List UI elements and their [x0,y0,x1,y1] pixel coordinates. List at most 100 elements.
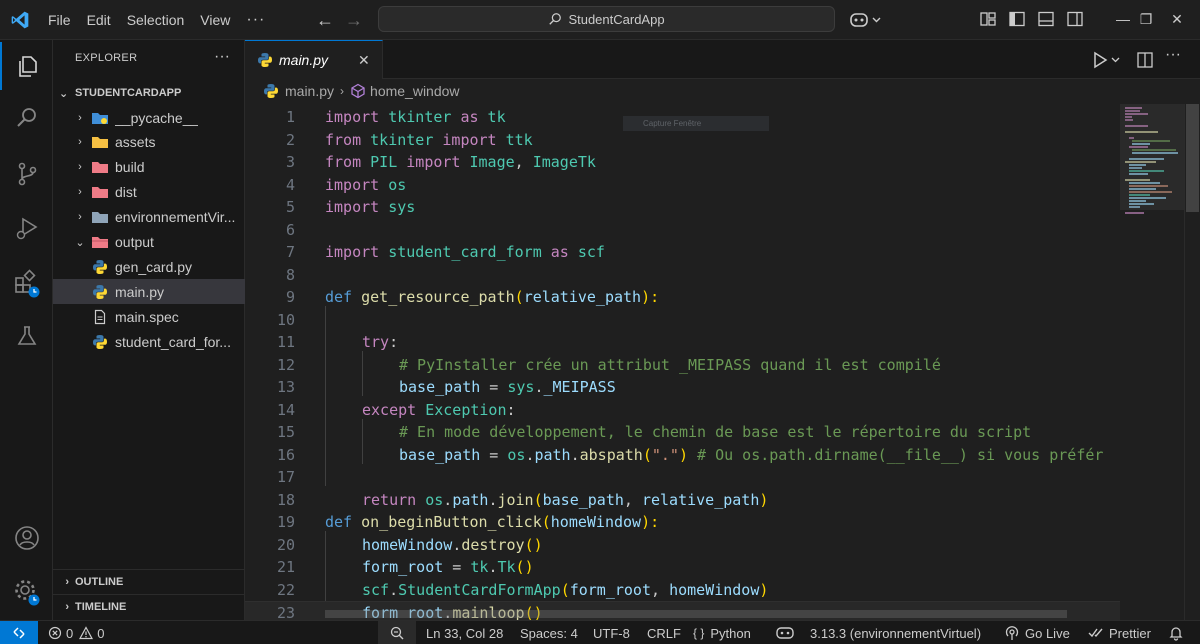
code-token: = [480,378,508,396]
settings-icon[interactable] [0,568,53,616]
indentation[interactable]: Spaces: 4 [520,621,578,644]
explorer-item-label: main.py [115,283,165,300]
explorer-item[interactable]: gen_card.py [53,254,245,279]
code-line[interactable]: 13 base_path = sys._MEIPASS [245,376,1120,399]
code-line[interactable]: 12 # PyInstaller crée un attribut _MEIPAS… [245,354,1120,377]
chevron-right-icon: › [78,111,82,124]
toggle-secondary-sidebar-icon[interactable] [1066,10,1084,28]
source-control-icon[interactable] [0,150,53,198]
command-center-search[interactable]: StudentCardApp [378,6,835,32]
code-line[interactable]: 8 [245,264,1120,287]
menu-edit[interactable]: Edit [79,0,119,40]
code-token: return [362,490,417,509]
code-token: , [623,490,642,509]
workspace-root-folder[interactable]: ⌄ STUDENTCARDAPP [59,82,245,104]
explorer-item[interactable]: › build [53,155,245,180]
cursor-position[interactable]: Ln 33, Col 28 [426,621,503,644]
explorer-item[interactable]: main.py [53,279,245,305]
line-source: import tkinter as tk [325,106,506,129]
menu-selection[interactable]: Selection [119,0,193,40]
code-line[interactable]: 14 except Exception: [245,399,1120,422]
activity-bar [0,40,53,620]
go-live-button[interactable]: Go Live [1004,621,1070,644]
explorer-item[interactable]: › assets [53,130,245,155]
code-line[interactable]: 20 homeWindow.destroy() [245,534,1120,557]
code-line[interactable]: 3 from PIL import Image, ImageTk [245,151,1120,174]
explorer-item[interactable]: › __pycache__ [53,105,245,130]
sidebar-more-button[interactable]: ··· [214,48,230,66]
breadcrumb-symbol[interactable]: home_window [370,83,460,99]
extensions-icon[interactable] [0,260,53,308]
run-debug-icon[interactable] [0,204,53,252]
vertical-scrollbar[interactable] [1184,104,1199,620]
explorer-item[interactable]: main.spec [53,304,245,329]
code-editor[interactable]: 1 import tkinter as tk 2 from tkinter impor… [245,104,1120,620]
code-line[interactable]: 2 from tkinter import ttk [245,129,1120,152]
code-token: import [325,198,380,216]
notifications-button[interactable] [1168,621,1184,644]
symbol-method-icon [351,83,365,99]
breadcrumb-file[interactable]: main.py [285,83,334,99]
end-of-line[interactable]: CRLF [647,621,681,644]
timeline-section[interactable]: › TIMELINE [53,594,245,619]
back-arrow-icon[interactable]: ← [314,9,336,31]
customize-layout-icon[interactable] [979,10,997,28]
code-line[interactable]: 22 scf.StudentCardFormApp(form_root, home… [245,579,1120,602]
prettier-status[interactable]: Prettier [1088,621,1151,644]
problems-indicator[interactable]: 0 0 [48,621,104,644]
toggle-primary-sidebar-icon[interactable] [1008,10,1026,28]
code-line[interactable]: 16 base_path = os.path.abspath(".") # Ou … [245,444,1120,467]
forward-arrow-icon[interactable]: → [343,9,365,31]
code-line[interactable]: 5 import sys [245,196,1120,219]
code-line[interactable]: 19 def on_beginButton_click(homeWindow): [245,511,1120,534]
encoding[interactable]: UTF-8 [593,621,630,644]
account-icon[interactable] [0,514,53,562]
python-interpreter[interactable]: 3.13.3 (environnementVirtuel) [810,621,981,644]
remote-window-button[interactable] [0,621,38,644]
explorer-item[interactable]: › environnementVir... [53,205,245,230]
copilot-status[interactable] [776,621,794,644]
close-tab-icon[interactable]: ✕ [358,52,370,69]
code-token: ( [541,513,551,531]
copilot-icon[interactable] [848,9,884,31]
close-window-icon[interactable]: ✕ [1154,0,1200,40]
code-token: import [325,175,380,194]
code-line[interactable]: 15 # En mode développement, le chemin de … [245,421,1120,444]
tab-label: main.py [279,52,329,68]
explorer-item[interactable]: student_card_for... [53,329,245,354]
menu-more-button[interactable]: ··· [238,0,273,40]
code-line[interactable]: 17 [245,466,1120,489]
vertical-scrollbar-thumb[interactable] [1186,104,1199,212]
testing-icon[interactable] [0,312,53,360]
minimap-slider[interactable] [1120,104,1184,210]
explorer-item[interactable]: › dist [53,180,245,205]
explorer-item[interactable]: ⌄ output [53,230,245,255]
line-source: try: [362,331,398,354]
toggle-panel-icon[interactable] [1037,10,1055,28]
tab-main-py[interactable]: main.py ✕ [245,40,383,79]
code-token: scf [362,580,390,599]
code-line[interactable]: 9 def get_resource_path(relative_path): [245,286,1120,309]
language-label: Python [710,625,751,641]
run-python-file-icon[interactable] [1090,50,1126,70]
explorer-icon[interactable] [0,42,53,90]
horizontal-scrollbar-thumb[interactable] [325,610,1067,618]
warning-icon [79,626,94,640]
search-icon[interactable] [0,94,53,142]
menu-file[interactable]: File [40,0,79,40]
code-line[interactable]: 4 import os [245,174,1120,197]
code-line[interactable]: 18 return os.path.join(base_path, relativ… [245,489,1120,512]
zoom-button[interactable] [378,621,416,644]
language-mode[interactable]: { } Python [693,621,751,644]
outline-section[interactable]: › OUTLINE [53,569,245,594]
code-line[interactable]: 11 try: [245,331,1120,354]
code-line[interactable]: 6 [245,219,1120,242]
code-line[interactable]: 10 [245,309,1120,332]
python-file-icon [87,334,115,350]
split-editor-icon[interactable] [1135,50,1155,70]
code-token: path [534,445,571,464]
menu-view[interactable]: View [192,0,238,40]
editor-more-button[interactable]: ··· [1165,46,1181,64]
code-line[interactable]: 21 form_root = tk.Tk() [245,556,1120,579]
code-line[interactable]: 7 import student_card_form as scf [245,241,1120,264]
